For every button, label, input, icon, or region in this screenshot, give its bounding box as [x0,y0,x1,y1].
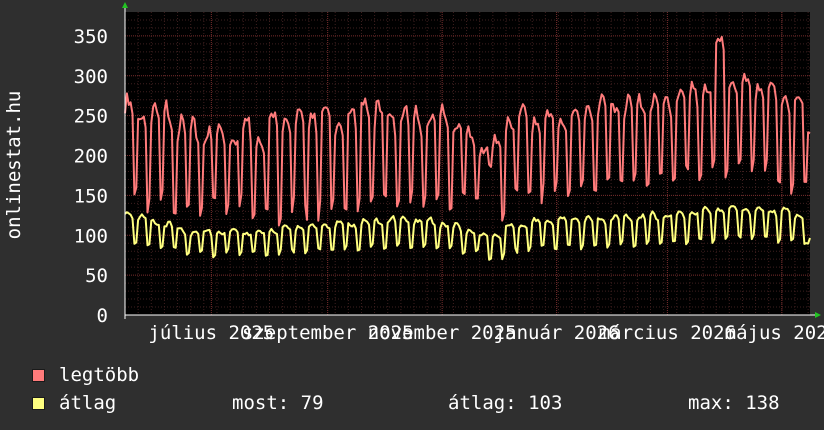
legend-swatch-legtobb [32,368,45,382]
y-tick-label: 50 [85,265,108,287]
y-axis-arrow [122,2,128,8]
x-tick-label: március 2026 [599,322,736,344]
legend-item-legtobb: legtöbb [32,364,139,386]
y-tick-label: 200 [74,146,108,168]
x-axis-arrow [815,312,821,318]
y-tick-label: 300 [74,66,108,88]
y-axis-label: onlinestat.hu [3,91,25,240]
legend-label-atlag: átlag [59,392,117,414]
stat-average: átlag: 103 [448,392,563,414]
y-tick-label: 150 [74,185,108,207]
x-tick-label: május 2026 [725,322,824,344]
legend-swatch-atlag [32,396,45,410]
stat-now: most: 79 [232,392,324,414]
y-tick-label: 250 [74,106,108,128]
y-tick-labels: 0 50 100 150 200 250 300 350 [74,26,108,327]
y-tick-label: 350 [74,26,108,48]
legend-item-atlag: átlag [32,392,116,414]
line-chart: 0 50 100 150 200 250 300 350 július 2025szeptem… [3,2,824,344]
y-tick-label: 100 [74,225,108,247]
y-tick-label: 0 [97,305,108,327]
stat-max: max: 138 [688,392,780,414]
legend-label-legtobb: legtöbb [59,364,140,386]
x-tick-labels: július 2025szeptember 2025november 2025j… [148,322,824,344]
